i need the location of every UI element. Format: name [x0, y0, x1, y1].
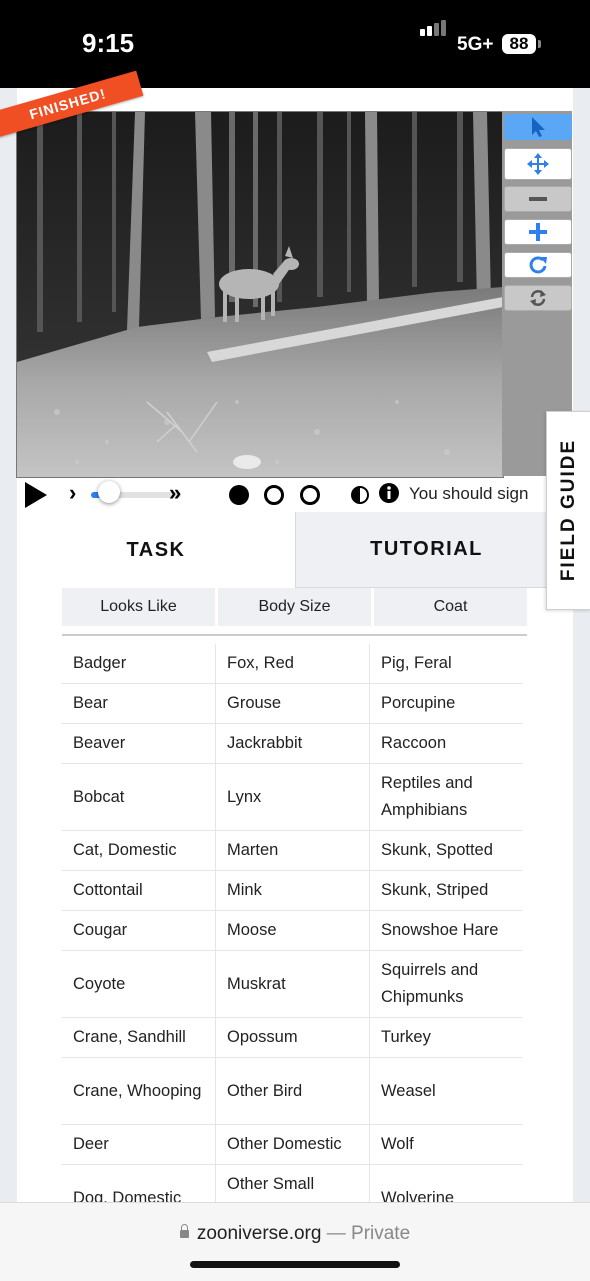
- species-grid: Badger Fox, Red Pig, Feral Bear Grouse Porcup…: [62, 644, 522, 1232]
- species-option[interactable]: Skunk, Striped: [370, 871, 522, 910]
- species-option[interactable]: Porcupine: [370, 684, 522, 723]
- url-separator: —: [326, 1223, 346, 1244]
- species-option[interactable]: Reptiles and Amphibians: [370, 764, 522, 830]
- species-option[interactable]: Marten: [216, 831, 369, 870]
- frame-dot-1[interactable]: [229, 485, 249, 505]
- grid-column-divider: [369, 644, 370, 1232]
- status-bar: 9:15 5G+ 88: [0, 0, 590, 88]
- move-tool-button[interactable]: [504, 148, 572, 180]
- rotate-icon: [529, 256, 547, 274]
- network-label: 5G+: [457, 34, 494, 55]
- url-bar[interactable]: zooniverse.org — Private: [0, 1223, 590, 1245]
- species-option[interactable]: Skunk, Spotted: [370, 831, 522, 870]
- filter-looks-like[interactable]: Looks Like: [62, 588, 215, 626]
- step-forward-icon[interactable]: ›: [69, 480, 76, 506]
- species-option[interactable]: Fox, Red: [216, 644, 369, 683]
- species-option[interactable]: Snowshoe Hare: [370, 911, 522, 950]
- species-option[interactable]: Raccoon: [370, 724, 522, 763]
- species-option[interactable]: Muskrat: [216, 951, 369, 1017]
- tab-tutorial[interactable]: TUTORIAL: [295, 512, 557, 588]
- species-option[interactable]: Cat, Domestic: [62, 831, 215, 870]
- species-option[interactable]: Other Domestic: [216, 1125, 369, 1164]
- species-option[interactable]: Jackrabbit: [216, 724, 369, 763]
- species-option[interactable]: Turkey: [370, 1018, 522, 1057]
- task-tabs: TASK TUTORIAL: [17, 512, 557, 588]
- browser-bar: zooniverse.org — Private: [0, 1202, 590, 1281]
- species-option[interactable]: Lynx: [216, 764, 369, 830]
- rotate-button[interactable]: [504, 252, 572, 278]
- tab-task[interactable]: TASK: [17, 512, 295, 588]
- species-option[interactable]: Beaver: [62, 724, 215, 763]
- field-guide-button[interactable]: FIELD GUIDE: [546, 411, 590, 610]
- select-tool-button[interactable]: [504, 114, 572, 140]
- speed-slider-handle[interactable]: [98, 481, 120, 503]
- species-option[interactable]: Bear: [62, 684, 215, 723]
- battery-tip: [538, 40, 541, 48]
- zoom-out-icon: [529, 197, 547, 201]
- filter-bar: Looks Like Body Size Coat: [62, 588, 527, 626]
- field-guide-label: FIELD GUIDE: [558, 438, 579, 582]
- species-option[interactable]: Opossum: [216, 1018, 369, 1057]
- select-icon: [532, 117, 545, 137]
- filter-body-size[interactable]: Body Size: [218, 588, 371, 626]
- species-option[interactable]: Cottontail: [62, 871, 215, 910]
- fast-forward-icon[interactable]: »: [169, 480, 181, 506]
- frame-controls: › » You should sign: [17, 478, 557, 512]
- frame-dot-3[interactable]: [300, 485, 320, 505]
- status-time: 9:15: [82, 28, 135, 58]
- species-option[interactable]: Cougar: [62, 911, 215, 950]
- subject-image[interactable]: [16, 111, 504, 478]
- species-option[interactable]: Bobcat: [62, 764, 215, 830]
- species-option[interactable]: Weasel: [370, 1058, 522, 1124]
- reset-icon: [530, 290, 546, 306]
- species-option[interactable]: Deer: [62, 1125, 215, 1164]
- species-option[interactable]: Squirrels and Chipmunks: [370, 951, 522, 1017]
- filter-coat[interactable]: Coat: [374, 588, 527, 626]
- species-option[interactable]: Crane, Whooping: [62, 1058, 215, 1124]
- frame-dot-2[interactable]: [264, 485, 284, 505]
- lock-icon: [179, 1224, 189, 1238]
- species-option[interactable]: Coyote: [62, 951, 215, 1017]
- species-option[interactable]: Moose: [216, 911, 369, 950]
- species-option[interactable]: Crane, Sandhill: [62, 1018, 215, 1057]
- species-option[interactable]: Badger: [62, 644, 215, 683]
- reset-button[interactable]: [504, 285, 572, 311]
- filter-divider: [62, 634, 527, 636]
- contrast-icon[interactable]: [350, 485, 370, 505]
- url-mode: Private: [351, 1223, 411, 1244]
- species-option[interactable]: Wolf: [370, 1125, 522, 1164]
- species-option[interactable]: Pig, Feral: [370, 644, 522, 683]
- info-icon[interactable]: [379, 483, 399, 503]
- url-domain: zooniverse.org: [196, 1223, 322, 1244]
- zoom-out-button[interactable]: [504, 186, 572, 212]
- species-option[interactable]: Grouse: [216, 684, 369, 723]
- play-button[interactable]: [25, 482, 47, 508]
- home-indicator: [190, 1261, 400, 1268]
- species-option[interactable]: Other Bird: [216, 1058, 369, 1124]
- species-option[interactable]: Mink: [216, 871, 369, 910]
- zoom-in-icon: [529, 223, 547, 241]
- battery-icon: 88: [502, 34, 536, 54]
- sign-in-message: You should sign: [409, 484, 529, 503]
- grid-column-divider: [215, 644, 216, 1232]
- zoom-in-button[interactable]: [504, 219, 572, 245]
- move-icon: [527, 153, 549, 175]
